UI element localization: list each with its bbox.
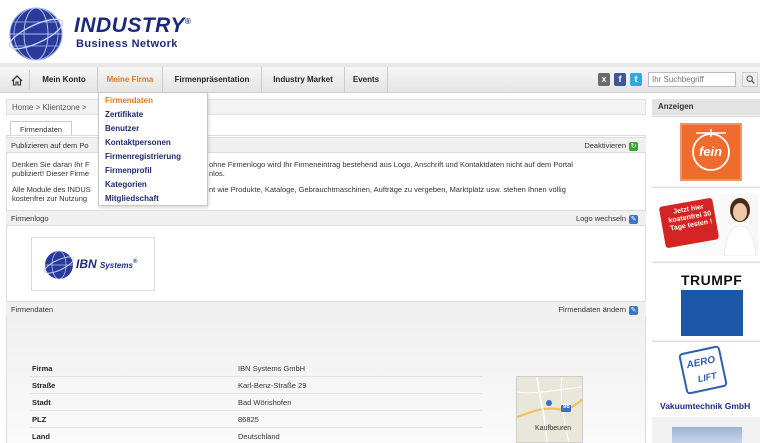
- nav-meine-firma[interactable]: Meine Firma: [98, 67, 163, 93]
- refresh-icon: ↻: [629, 141, 638, 151]
- location-map[interactable]: 96 Kaufbeuren: [516, 376, 583, 443]
- nav-mein-konto[interactable]: Mein Konto: [31, 67, 98, 93]
- menu-item-firmendaten[interactable]: Firmendaten: [105, 96, 153, 105]
- table-row: PLZ 86825: [30, 411, 482, 428]
- row-label: PLZ: [32, 415, 47, 424]
- aerolift-caption: Vakuumtechnik GmbH: [660, 401, 751, 411]
- change-logo-label: Logo wechseln: [575, 214, 626, 223]
- row-value: Karl-Benz-Straße 29: [238, 381, 307, 390]
- map-city-label: Kaufbeuren: [535, 425, 572, 432]
- site-logo[interactable]: INDUSTRY® Business Network: [6, 4, 226, 62]
- edit-data-button[interactable]: Firmendaten ändern ✎: [558, 302, 638, 317]
- menu-item-kategorien[interactable]: Kategorien: [105, 180, 147, 189]
- search-input[interactable]: [648, 72, 736, 87]
- aerolift-ad[interactable]: AERO LIFT Vakuumtechnik GmbH: [652, 341, 760, 417]
- publish-label: Publizieren auf dem Po: [11, 141, 89, 150]
- home-icon: [11, 74, 22, 86]
- trumpf-ad[interactable]: TRUMPF: [652, 262, 760, 340]
- row-label: Stadt: [32, 398, 51, 407]
- tab-firmendaten[interactable]: Firmendaten: [10, 121, 72, 136]
- row-label: Straße: [32, 381, 56, 390]
- row-value: 86825: [238, 415, 259, 424]
- fein-text: fein: [699, 144, 723, 159]
- meine-firma-dropdown: Firmendaten Zertifikate Benutzer Kontakt…: [98, 92, 208, 206]
- change-logo-button[interactable]: Logo wechseln ✎: [576, 211, 638, 226]
- page: INDUSTRY® Business Network Mein Konto Me…: [0, 0, 760, 443]
- nav-firmenpraesentation[interactable]: Firmenpräsentation: [163, 67, 262, 93]
- table-row: Land Deutschland: [30, 428, 482, 443]
- trumpf-blue-block: [681, 290, 743, 336]
- search-button[interactable]: [742, 72, 758, 87]
- next-ad-partial[interactable]: [672, 427, 742, 443]
- map-graphic: [517, 377, 582, 442]
- menu-item-mitgliedschaft[interactable]: Mitgliedschaft: [105, 194, 159, 203]
- ibn-logo-text: IBN Systems®: [76, 257, 138, 271]
- data-bar: Firmendaten Firmendaten ändern ✎: [6, 301, 646, 317]
- row-value: Bad Wörishofen: [238, 398, 292, 407]
- menu-item-kontaktpersonen[interactable]: Kontaktpersonen: [105, 138, 171, 147]
- table-row: Firma IBN Systems GmbH: [30, 360, 482, 377]
- info-line-2a: publiziert! Dieser Firme: [12, 169, 90, 178]
- data-section-title: Firmendaten: [11, 305, 54, 314]
- aerolift-logo: AERO LIFT: [678, 345, 728, 395]
- menu-item-firmenregistrierung[interactable]: Firmenregistrierung: [105, 152, 181, 161]
- xing-icon[interactable]: x: [598, 73, 610, 86]
- fein-logo: fein: [680, 123, 742, 181]
- aero-text: AERO: [685, 354, 717, 372]
- menu-item-zertifikate[interactable]: Zertifikate: [105, 110, 143, 119]
- nav-industry-market[interactable]: Industry Market: [262, 67, 345, 93]
- kostenfrei-ad[interactable]: Jetzt hier kostenfrei 30 Tage testen !: [652, 187, 760, 261]
- lift-text: LIFT: [696, 370, 718, 385]
- row-value: Deutschland: [238, 432, 280, 441]
- globe-logo-icon: [8, 7, 64, 61]
- info-line-1a: Denken Sie daran Ihr F: [12, 160, 90, 169]
- info-line-3a: Alle Module des INDUS: [12, 185, 91, 194]
- facebook-icon[interactable]: f: [614, 73, 626, 86]
- logo-bar: Firmenlogo Logo wechseln ✎: [6, 210, 646, 226]
- info-line-1b: ohne Firmenlogo wird Ihr Firmeneintrag b…: [209, 160, 573, 169]
- edit-icon: ✎: [629, 305, 638, 315]
- twitter-icon[interactable]: t: [630, 73, 642, 86]
- woman-illustration: [723, 198, 757, 256]
- info-line-4a: kostenfrei zur Nutzung: [12, 194, 88, 203]
- home-button[interactable]: [4, 70, 30, 90]
- trumpf-text: TRUMPF: [681, 272, 743, 288]
- row-label: Land: [32, 432, 50, 441]
- row-label: Firma: [32, 364, 53, 373]
- ads-title: Anzeigen: [652, 99, 760, 115]
- map-road-label: 96: [563, 404, 570, 410]
- info-line-3b: nt wie Produkte, Kataloge, Gebrauchtmasc…: [209, 185, 566, 194]
- main-nav: Mein Konto Meine Firma Firmenpräsentatio…: [0, 67, 760, 93]
- info-line-2b: nlos.: [209, 169, 225, 178]
- deactivate-button[interactable]: Deaktivieren ↻: [584, 138, 638, 153]
- ads-sidebar: Anzeigen fein Jetzt hier kostenfrei 30 T…: [652, 99, 760, 443]
- brand-name: INDUSTRY®: [74, 14, 192, 37]
- deactivate-label: Deaktivieren: [584, 141, 626, 150]
- brand-subtitle: Business Network: [76, 38, 178, 50]
- row-value: IBN Systems GmbH: [238, 364, 306, 373]
- ibn-globe-icon: [43, 250, 75, 280]
- fein-ad[interactable]: fein: [652, 116, 760, 186]
- company-logo: IBN Systems®: [31, 237, 155, 291]
- edit-data-label: Firmendaten ändern: [558, 305, 626, 314]
- edit-icon: ✎: [629, 214, 638, 224]
- search-icon: [745, 75, 755, 84]
- table-row: Stadt Bad Wörishofen: [30, 394, 482, 411]
- menu-item-benutzer[interactable]: Benutzer: [105, 124, 139, 133]
- logo-section-title: Firmenlogo: [11, 214, 49, 223]
- nav-events[interactable]: Events: [345, 67, 388, 93]
- menu-item-firmenprofil[interactable]: Firmenprofil: [105, 166, 152, 175]
- table-row: Straße Karl-Benz-Straße 29: [30, 377, 482, 394]
